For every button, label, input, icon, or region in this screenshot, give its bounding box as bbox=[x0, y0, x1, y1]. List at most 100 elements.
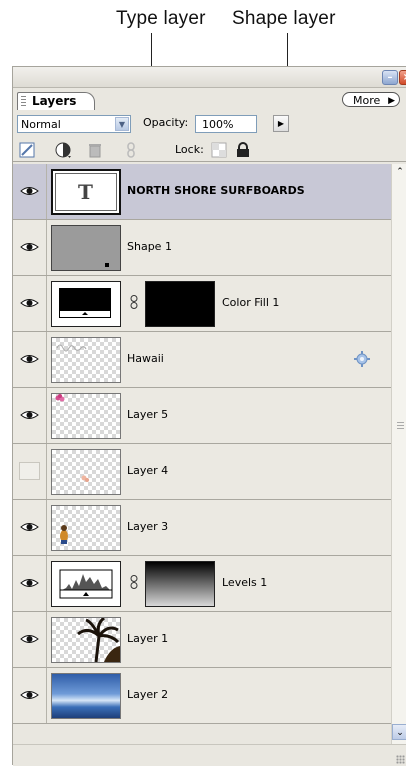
eye-icon[interactable] bbox=[19, 518, 40, 536]
wave-photo-thumbnail[interactable] bbox=[51, 673, 121, 719]
visibility-cell[interactable] bbox=[13, 220, 47, 275]
lock-label: Lock: bbox=[175, 143, 204, 156]
eye-icon[interactable] bbox=[19, 182, 40, 200]
layers-panel: – × Layers More ▶ Normal ▼ Opacity: 100%… bbox=[12, 66, 406, 766]
visibility-cell[interactable] bbox=[13, 388, 47, 443]
eye-icon[interactable] bbox=[19, 406, 40, 424]
type-layer-thumbnail[interactable]: T bbox=[51, 169, 121, 215]
scroll-up-button[interactable]: ⌃ bbox=[392, 164, 406, 180]
layer-effects-gear-icon[interactable] bbox=[354, 351, 370, 367]
visibility-cell[interactable] bbox=[13, 612, 47, 667]
trash-icon[interactable] bbox=[87, 142, 103, 158]
type-t-icon: T bbox=[78, 180, 93, 204]
panel-footer bbox=[13, 744, 406, 766]
visibility-off-box[interactable] bbox=[19, 462, 40, 480]
lock-pixels-checker-icon[interactable] bbox=[211, 142, 227, 158]
layer-name: Layer 2 bbox=[127, 688, 169, 701]
pixel-layer-thumbnail[interactable] bbox=[51, 449, 121, 495]
tab-layers[interactable]: Layers bbox=[17, 92, 96, 110]
more-button[interactable]: More ▶ bbox=[342, 92, 400, 107]
blossom-preview bbox=[81, 475, 89, 482]
visibility-cell[interactable] bbox=[13, 164, 47, 219]
layer-row-layer-1[interactable]: Layer 1 bbox=[13, 612, 391, 668]
adjustment-layer-icon[interactable] bbox=[55, 142, 71, 158]
layer-name: Hawaii bbox=[127, 352, 164, 365]
tab-grip-icon[interactable] bbox=[21, 96, 26, 107]
blend-mode-value: Normal bbox=[21, 118, 61, 131]
visibility-cell[interactable] bbox=[13, 556, 47, 611]
more-label: More bbox=[353, 94, 381, 107]
layer-row-hawaii[interactable]: Hawaii bbox=[13, 332, 391, 388]
layer-name: Layer 5 bbox=[127, 408, 169, 421]
opacity-slider-button[interactable]: ▶ bbox=[273, 115, 289, 132]
eye-icon[interactable] bbox=[19, 686, 40, 704]
tab-row: Layers More ▶ bbox=[13, 88, 406, 110]
layer-name: Layer 3 bbox=[127, 520, 169, 533]
blend-mode-select[interactable]: Normal ▼ bbox=[17, 115, 131, 133]
resize-grip-icon[interactable] bbox=[396, 755, 405, 764]
layer-row-north-shore-surfboards[interactable]: T NORTH SHORE SURFBOARDS bbox=[13, 164, 391, 220]
visibility-cell[interactable] bbox=[13, 500, 47, 555]
eye-icon[interactable] bbox=[19, 630, 40, 648]
lock-controls: Lock: bbox=[13, 139, 406, 162]
layer-mask-thumbnail[interactable] bbox=[145, 561, 215, 607]
layer-name: Layer 1 bbox=[127, 632, 169, 645]
panel-titlebar[interactable]: – × bbox=[13, 67, 406, 88]
opacity-label: Opacity: bbox=[143, 116, 189, 129]
scroll-down-button[interactable]: ⌄ bbox=[392, 724, 406, 740]
close-button[interactable]: × bbox=[399, 70, 406, 85]
link-chain-icon[interactable] bbox=[130, 575, 138, 589]
layer-row-layer-5[interactable]: Layer 5 bbox=[13, 388, 391, 444]
layer-row-shape-1[interactable]: Shape 1 bbox=[13, 220, 391, 276]
visibility-cell[interactable] bbox=[13, 332, 47, 387]
lock-transparent-pixels-icon[interactable] bbox=[19, 142, 35, 158]
visibility-cell[interactable] bbox=[13, 276, 47, 331]
flower-preview bbox=[55, 394, 65, 402]
surfer-preview bbox=[60, 525, 68, 544]
pixel-layer-thumbnail[interactable] bbox=[51, 393, 121, 439]
layer-row-layer-3[interactable]: Layer 3 bbox=[13, 500, 391, 556]
vector-mask-dot-icon bbox=[105, 263, 109, 267]
histogram-icon bbox=[59, 569, 113, 599]
script-text-preview bbox=[56, 344, 87, 352]
pixel-layer-thumbnail[interactable] bbox=[51, 337, 121, 383]
pixel-layer-thumbnail[interactable] bbox=[51, 505, 121, 551]
layer-list: T NORTH SHORE SURFBOARDS Shape 1 Color F… bbox=[13, 164, 391, 744]
eye-icon[interactable] bbox=[19, 238, 40, 256]
tab-layers-label: Layers bbox=[32, 94, 77, 108]
layer-row-levels-1[interactable]: Levels 1 bbox=[13, 556, 391, 612]
eye-icon[interactable] bbox=[19, 574, 40, 592]
eye-icon[interactable] bbox=[19, 350, 40, 368]
callout-shape-layer: Shape layer bbox=[232, 8, 336, 29]
layer-name: NORTH SHORE SURFBOARDS bbox=[127, 184, 305, 197]
chevron-down-icon[interactable]: ▼ bbox=[115, 117, 129, 131]
layer-row-color-fill-1[interactable]: Color Fill 1 bbox=[13, 276, 391, 332]
lock-all-icon[interactable] bbox=[235, 142, 251, 158]
opacity-input[interactable]: 100% bbox=[195, 115, 257, 133]
vertical-scrollbar[interactable]: ⌃ ⌄ bbox=[391, 164, 406, 744]
eye-icon[interactable] bbox=[19, 294, 40, 312]
shape-layer-thumbnail[interactable] bbox=[51, 225, 121, 271]
visibility-cell[interactable] bbox=[13, 444, 47, 499]
pixel-layer-thumbnail[interactable] bbox=[51, 616, 121, 663]
chevron-down-icon: ⌄ bbox=[396, 728, 404, 738]
layer-name: Shape 1 bbox=[127, 240, 172, 253]
opacity-value: 100% bbox=[202, 118, 234, 131]
layer-name: Color Fill 1 bbox=[222, 296, 280, 309]
minimize-icon: – bbox=[387, 72, 393, 83]
visibility-cell[interactable] bbox=[13, 668, 47, 723]
link-icon[interactable] bbox=[123, 142, 139, 158]
levels-adjustment-thumbnail[interactable] bbox=[51, 561, 121, 607]
layer-name: Levels 1 bbox=[222, 576, 268, 589]
chevron-up-icon: ⌃ bbox=[396, 167, 404, 177]
layer-row-layer-2[interactable]: Layer 2 bbox=[13, 668, 391, 724]
scroll-thumb[interactable] bbox=[393, 182, 406, 712]
fill-layer-thumbnail[interactable] bbox=[51, 281, 121, 327]
layer-mask-thumbnail[interactable] bbox=[145, 281, 215, 327]
layer-row-layer-4[interactable]: Layer 4 bbox=[13, 444, 391, 500]
grip-icon bbox=[397, 422, 404, 431]
blend-controls: Normal ▼ Opacity: 100% ▶ bbox=[13, 113, 406, 137]
callout-type-layer: Type layer bbox=[116, 8, 206, 29]
minimize-button[interactable]: – bbox=[382, 70, 398, 85]
link-chain-icon[interactable] bbox=[130, 295, 138, 309]
